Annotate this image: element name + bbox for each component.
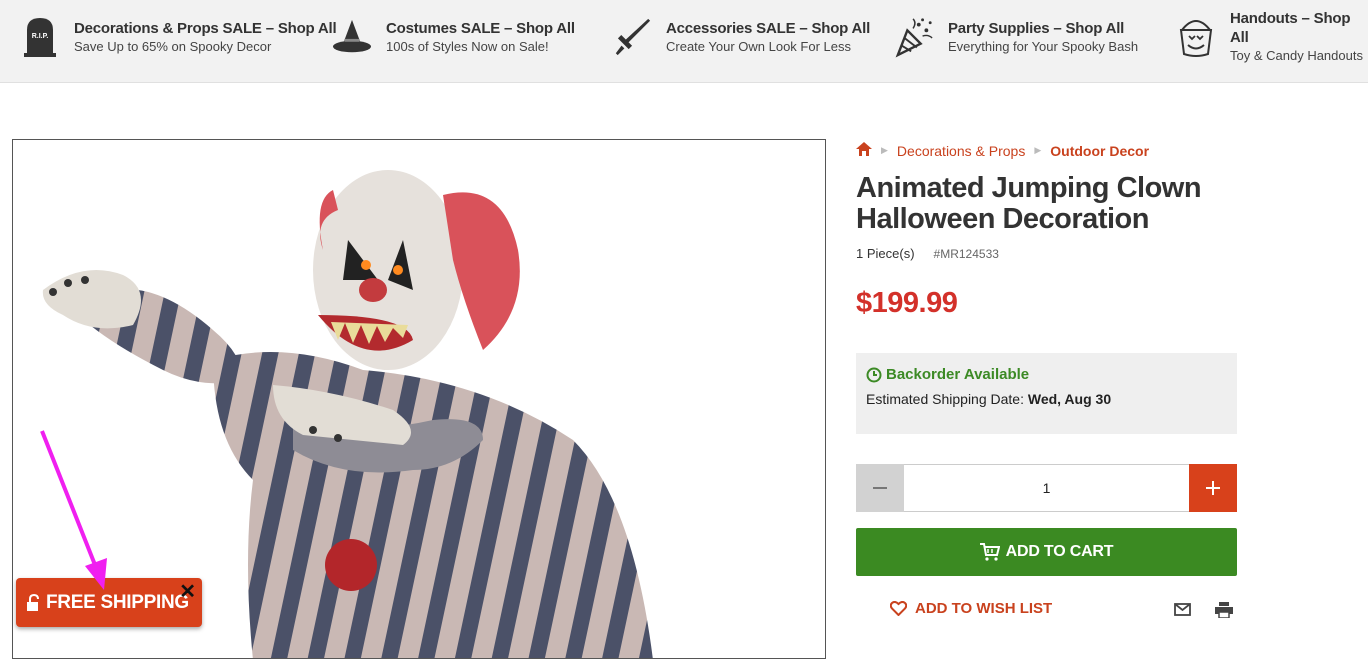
stock-status: Backorder Available bbox=[886, 366, 1030, 383]
heart-icon bbox=[890, 601, 907, 616]
minus-icon bbox=[873, 487, 887, 489]
promo-title: Costumes SALE – Shop All bbox=[386, 19, 575, 37]
promo-subtitle: Save Up to 65% on Spooky Decor bbox=[74, 38, 272, 54]
breadcrumb-outdoor-decor[interactable]: Outdoor Decor bbox=[1050, 143, 1149, 159]
free-shipping-label: FREE SHIPPING bbox=[46, 591, 189, 613]
promo-bar: R.I.P. Decorations & Props SALE – Shop A… bbox=[0, 0, 1368, 83]
email-icon[interactable] bbox=[1174, 603, 1191, 621]
breadcrumb-decorations[interactable]: Decorations & Props bbox=[897, 143, 1025, 159]
party-popper-icon bbox=[894, 15, 934, 59]
sku: #MR124533 bbox=[933, 247, 999, 261]
shipping-date: Estimated Shipping Date: Wed, Aug 30 bbox=[866, 391, 1227, 407]
witch-hat-icon bbox=[332, 15, 372, 59]
promo-title: Party Supplies – Shop All bbox=[948, 19, 1125, 37]
promo-handouts[interactable]: Handouts – Shop All Toy & Candy Handouts bbox=[1176, 10, 1368, 63]
tombstone-icon: R.I.P. bbox=[20, 15, 60, 59]
quantity-label: 1 Piece(s) bbox=[856, 246, 915, 261]
price: $199.99 bbox=[856, 287, 958, 319]
sword-icon bbox=[612, 15, 652, 59]
add-to-cart-button[interactable]: ADD TO CART bbox=[856, 528, 1237, 576]
plus-icon bbox=[1206, 481, 1220, 495]
quantity-stepper bbox=[856, 464, 1237, 512]
quantity-input[interactable] bbox=[904, 464, 1189, 512]
product-title: Animated Jumping Clown Halloween Decorat… bbox=[856, 172, 1202, 235]
add-to-wish-list-button[interactable]: ADD TO WISH LIST bbox=[890, 600, 1052, 617]
promo-subtitle: Create Your Own Look For Less bbox=[666, 38, 851, 54]
cart-icon bbox=[979, 543, 1000, 561]
promo-party[interactable]: Party Supplies – Shop All Everything for… bbox=[894, 12, 1138, 62]
promo-title: Accessories SALE – Shop All bbox=[666, 19, 871, 37]
close-icon[interactable]: ✕ bbox=[179, 582, 196, 602]
promo-decorations[interactable]: R.I.P. Decorations & Props SALE – Shop A… bbox=[20, 12, 337, 62]
candy-bucket-icon bbox=[1176, 15, 1216, 59]
promo-subtitle: Toy & Candy Handouts bbox=[1230, 48, 1363, 63]
chevron-right-icon: ▶ bbox=[1034, 145, 1042, 155]
promo-title: Decorations & Props SALE – Shop All bbox=[74, 19, 337, 37]
svg-text:R.I.P.: R.I.P. bbox=[32, 33, 49, 40]
home-icon[interactable] bbox=[856, 142, 872, 159]
promo-title: Handouts – Shop All bbox=[1230, 10, 1351, 46]
promo-costumes[interactable]: Costumes SALE – Shop All 100s of Styles … bbox=[332, 12, 575, 62]
print-icon[interactable] bbox=[1215, 602, 1233, 623]
ship-date-label: Estimated Shipping Date: bbox=[866, 391, 1024, 407]
clock-icon bbox=[866, 367, 882, 382]
product-meta: 1 Piece(s) #MR124533 bbox=[856, 246, 999, 261]
breadcrumb: ▶ Decorations & Props ▶ Outdoor Decor bbox=[856, 142, 1149, 159]
promo-accessories[interactable]: Accessories SALE – Shop All Create Your … bbox=[612, 12, 870, 62]
wish-list-label: ADD TO WISH LIST bbox=[915, 600, 1053, 617]
ship-date-value: Wed, Aug 30 bbox=[1027, 391, 1112, 407]
promo-subtitle: Everything for Your Spooky Bash bbox=[948, 38, 1139, 54]
promo-subtitle: 100s of Styles Now on Sale! bbox=[386, 38, 549, 54]
stock-info: Backorder Available Estimated Shipping D… bbox=[856, 353, 1237, 434]
chevron-right-icon: ▶ bbox=[881, 145, 888, 155]
decrease-quantity-button[interactable] bbox=[856, 464, 904, 512]
unlock-icon bbox=[27, 593, 39, 611]
increase-quantity-button[interactable] bbox=[1189, 464, 1237, 512]
add-to-cart-label: ADD TO CART bbox=[1005, 543, 1114, 560]
free-shipping-badge[interactable]: FREE SHIPPING ✕ bbox=[16, 578, 202, 627]
